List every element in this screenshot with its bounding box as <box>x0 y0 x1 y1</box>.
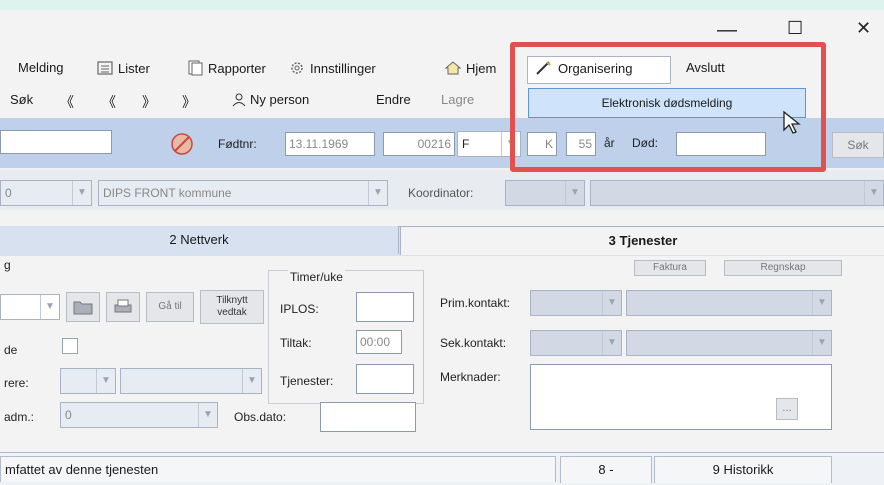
chevron-down-icon: ▼ <box>602 331 621 355</box>
chevron-down-icon: ▼ <box>864 181 883 205</box>
chevron-down-icon: ▼ <box>198 403 217 427</box>
koordinator-label: Koordinator: <box>408 186 474 200</box>
koordinator-name-select[interactable]: ▼ <box>590 180 884 206</box>
merknader-more-button[interactable]: ... <box>776 398 798 420</box>
next-record-button[interactable]: 》 <box>142 92 156 112</box>
checkbox[interactable] <box>62 338 78 354</box>
fodtnr-label: Fødtnr: <box>218 137 257 151</box>
chevron-down-icon: ▼ <box>812 331 831 355</box>
merknader-field[interactable] <box>530 364 832 430</box>
tab-8[interactable]: 8 - <box>560 456 652 483</box>
minimize-button[interactable]: — <box>717 20 737 40</box>
tab-nettverk[interactable]: 2 Nettverk <box>0 226 399 254</box>
iplos-label: IPLOS: <box>280 302 319 316</box>
chevron-down-icon: ▼ <box>368 181 387 205</box>
obs-dato-label: Obs.dato: <box>234 410 287 424</box>
tilknytt-vedtak-button[interactable]: Tilknytt vedtak <box>200 290 264 324</box>
close-button[interactable]: ✕ <box>856 18 871 38</box>
prim-kontakt-code-select[interactable]: ▼ <box>530 290 622 316</box>
fodtnr-number-field[interactable]: 00216 <box>383 132 455 156</box>
menu-rapporter-label: Rapporter <box>208 60 266 76</box>
tiltak-field[interactable]: 00:00 <box>356 330 402 354</box>
menu-lister[interactable]: Lister <box>96 60 150 76</box>
service-select[interactable]: ▼ <box>0 294 60 320</box>
tab-omfattet[interactable]: mfattet av denne tjenesten <box>0 456 556 482</box>
chevron-down-icon: ▼ <box>812 291 831 315</box>
obs-dato-field[interactable] <box>320 402 416 432</box>
tab-tjenester[interactable]: 3 Tjenester <box>400 226 884 255</box>
open-folder-button[interactable] <box>66 292 100 322</box>
list-icon <box>97 61 113 75</box>
koordinator-code-select[interactable]: ▼ <box>505 180 585 206</box>
person-icon <box>232 93 246 106</box>
adm-label: adm.: <box>4 410 35 424</box>
sok-button[interactable]: Søk <box>832 132 884 158</box>
menu-hjem[interactable]: Hjem <box>444 60 496 76</box>
edit-button[interactable]: Endre <box>376 92 411 107</box>
search-button[interactable]: Søk <box>10 92 33 107</box>
chevron-down-icon: ▼ <box>40 295 59 319</box>
chevron-down-icon: ▼ <box>565 181 584 205</box>
new-person-label: Ny person <box>250 92 310 107</box>
chevron-down-icon: ▼ <box>96 369 115 393</box>
iplos-field[interactable] <box>356 292 414 322</box>
save-button[interactable]: Lagre <box>441 92 474 107</box>
report-icon <box>188 60 203 76</box>
tjenester-label: Tjenester: <box>280 374 334 388</box>
sek-kontakt-label: Sek.kontakt: <box>440 336 507 350</box>
print-button[interactable] <box>106 292 140 322</box>
ga-til-button[interactable]: Gå til <box>146 292 194 322</box>
kommune-code-value: 0 <box>5 186 12 200</box>
rere-code-select[interactable]: ▼ <box>60 368 116 394</box>
prim-kontakt-label: Prim.kontakt: <box>440 296 511 310</box>
kommune-name-value: DIPS FRONT kommune <box>103 186 232 200</box>
name-field[interactable] <box>0 130 112 154</box>
gear-icon <box>291 62 303 74</box>
rere-name-select[interactable]: ▼ <box>120 368 262 394</box>
previous-record-button[interactable]: 《 <box>102 92 116 112</box>
menu-innstillinger[interactable]: Innstillinger <box>288 60 376 76</box>
tjenester-field[interactable] <box>356 364 414 394</box>
home-icon <box>444 61 462 75</box>
menu-hjem-label: Hjem <box>466 60 497 76</box>
chevron-down-icon: ▼ <box>72 181 91 205</box>
kommune-code-select[interactable]: 0 ▼ <box>0 180 92 206</box>
prim-kontakt-name-select[interactable]: ▼ <box>626 290 832 316</box>
regnskap-button[interactable]: Regnskap <box>724 260 842 276</box>
rere-label: rere: <box>4 376 29 390</box>
menu-lister-label: Lister <box>118 60 150 76</box>
sek-kontakt-code-select[interactable]: ▼ <box>530 330 622 356</box>
fodtnr-date-field[interactable]: 13.11.1969 <box>285 132 375 156</box>
merknader-label: Merknader: <box>440 370 501 384</box>
adm-value: 0 <box>65 408 72 422</box>
folder-icon <box>73 301 93 315</box>
de-label: de <box>4 343 18 357</box>
first-record-button[interactable]: 《 <box>60 92 74 112</box>
tab-historikk[interactable]: 9 Historikk <box>654 456 832 483</box>
highlight-frame <box>510 42 826 172</box>
tiltak-label: Tiltak: <box>280 336 312 350</box>
adm-select[interactable]: 0 ▼ <box>60 402 218 428</box>
no-access-icon <box>171 133 193 155</box>
timer-uke-label: Timer/uke <box>288 270 345 284</box>
menu-melding[interactable]: Melding <box>18 60 64 75</box>
section-label: g <box>4 258 11 272</box>
menu-rapporter[interactable]: Rapporter <box>186 60 266 76</box>
sek-kontakt-name-select[interactable]: ▼ <box>626 330 832 356</box>
kommune-name-select[interactable]: DIPS FRONT kommune ▼ <box>98 180 388 206</box>
maximize-button[interactable]: ☐ <box>787 18 803 38</box>
faktura-button[interactable]: Faktura <box>634 260 706 276</box>
gender-value: F <box>462 137 470 151</box>
chevron-down-icon: ▼ <box>242 369 261 393</box>
chevron-down-icon: ▼ <box>602 291 621 315</box>
new-person-button[interactable]: Ny person <box>232 92 309 107</box>
printer-icon <box>114 299 132 313</box>
last-record-button[interactable]: 》 <box>182 92 196 112</box>
menu-innstillinger-label: Innstillinger <box>310 60 376 76</box>
